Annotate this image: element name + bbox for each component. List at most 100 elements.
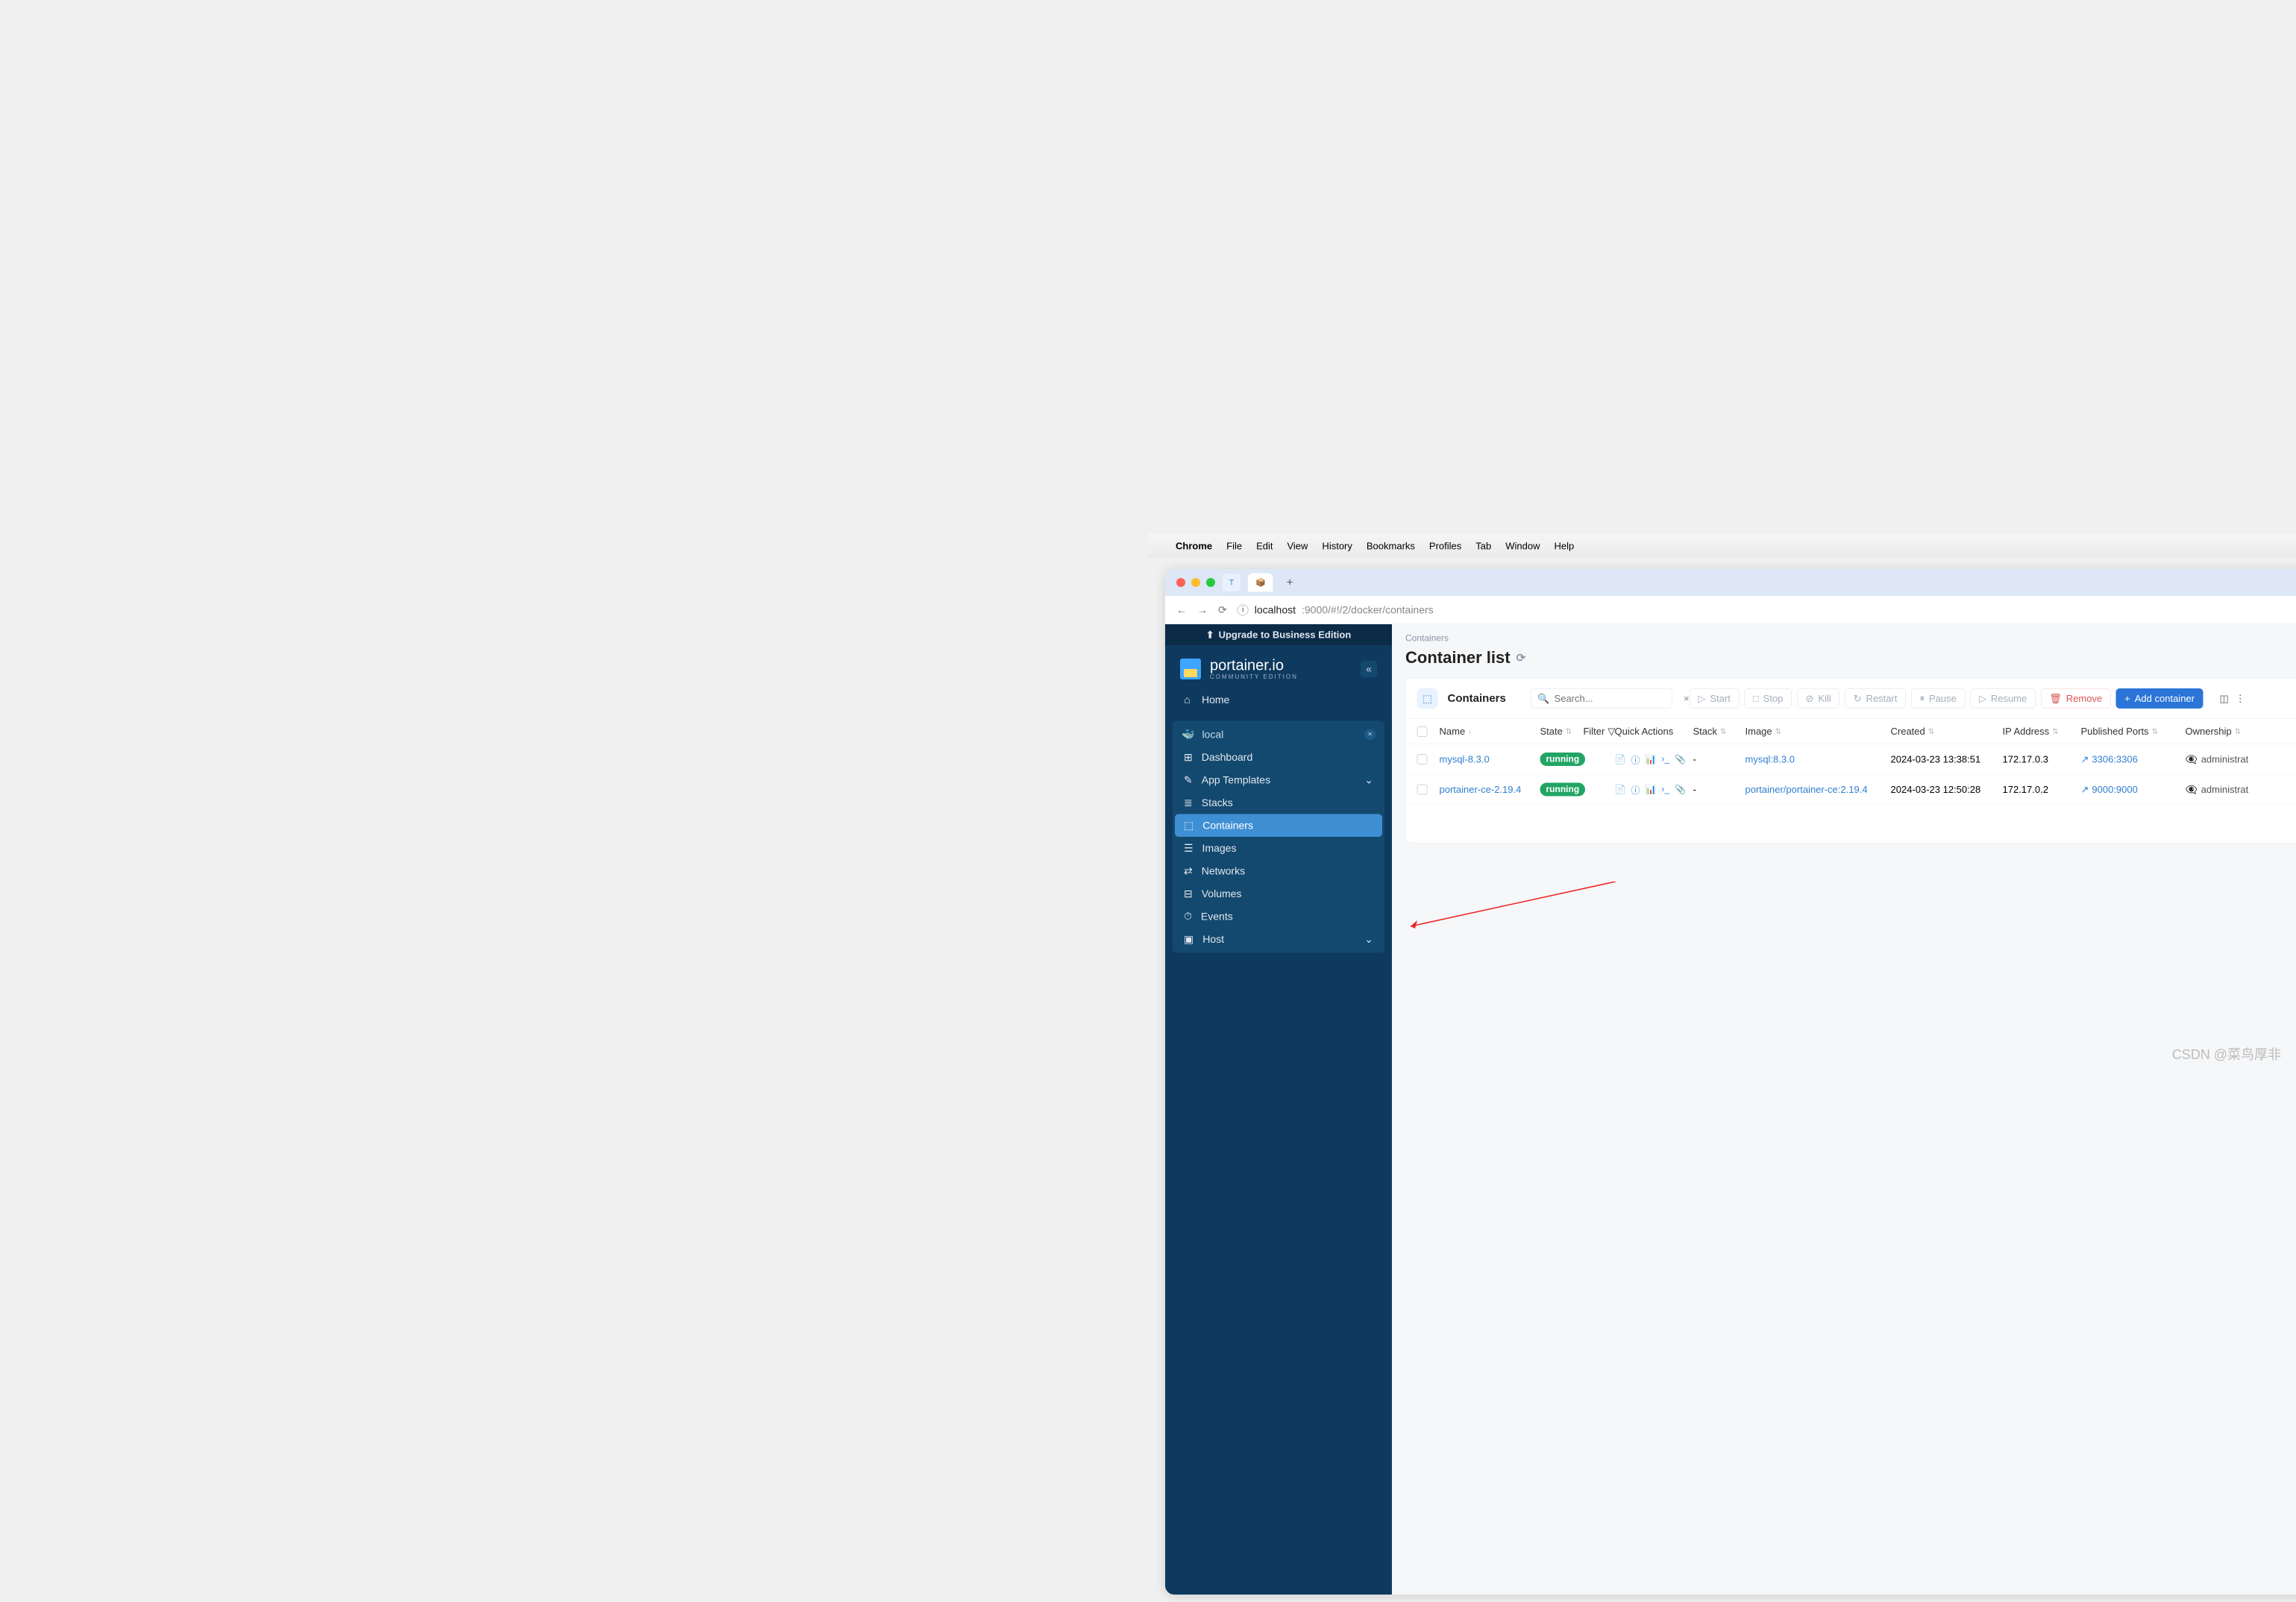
start-button[interactable]: ▷ Start xyxy=(1690,688,1739,709)
clear-search-icon[interactable]: × xyxy=(1684,693,1690,705)
col-state[interactable]: State⇅ Filter ▽ xyxy=(1540,726,1615,738)
upgrade-label: Upgrade to Business Edition xyxy=(1219,629,1352,641)
tab-background[interactable]: T xyxy=(1223,574,1240,591)
col-ownership[interactable]: Ownership⇅ xyxy=(2186,726,2296,738)
docker-icon: 🐳 xyxy=(1182,729,1194,741)
col-ip[interactable]: IP Address⇅ xyxy=(2003,726,2081,738)
site-info-icon[interactable]: i xyxy=(1238,604,1249,615)
sidebar-item-host[interactable]: ▣ Host ⌄ xyxy=(1175,928,1382,951)
environment-header[interactable]: 🐳 local × xyxy=(1173,723,1384,747)
environment-name: local xyxy=(1202,729,1223,741)
sidebar-item-label: App Templates xyxy=(1202,774,1270,786)
menu-help[interactable]: Help xyxy=(1554,540,1574,552)
sidebar-item-stacks[interactable]: ≣Stacks xyxy=(1175,791,1382,814)
container-name-link[interactable]: portainer-ce-2.19.4 xyxy=(1440,784,1522,796)
menu-window[interactable]: Window xyxy=(1505,540,1540,552)
image-link[interactable]: mysql:8.3.0 xyxy=(1745,753,1795,765)
attach-icon[interactable]: 📎 xyxy=(1675,754,1686,765)
sidebar-item-events[interactable]: ⏱Events xyxy=(1175,905,1382,929)
home-icon: ⌂ xyxy=(1182,694,1193,706)
reload-button[interactable]: ⟳ xyxy=(1218,604,1227,617)
port-link[interactable]: 9000:9000 xyxy=(2092,784,2137,796)
image-link[interactable]: portainer/portainer-ce:2.19.4 xyxy=(1745,784,1868,796)
resume-button[interactable]: ▷ Resume xyxy=(1970,688,2035,709)
sidebar-item-label: Host xyxy=(1202,933,1224,945)
col-name[interactable]: Name ↓ xyxy=(1440,726,1540,738)
refresh-icon[interactable]: ⟳ xyxy=(1516,651,1526,665)
app-name[interactable]: Chrome xyxy=(1176,540,1212,552)
url-field[interactable]: i localhost:9000/#!/2/docker/containers xyxy=(1238,604,2296,616)
chevron-down-icon: ⌄ xyxy=(1364,933,1373,946)
columns-icon[interactable]: ◫ xyxy=(2219,693,2228,705)
col-image[interactable]: Image⇅ xyxy=(1745,726,1891,738)
sidebar-item-networks[interactable]: ⇄Networks xyxy=(1175,860,1382,883)
close-env-icon[interactable]: × xyxy=(1364,729,1376,740)
sidebar-item-images[interactable]: ☰Images xyxy=(1175,837,1382,860)
row-checkbox[interactable] xyxy=(1417,785,1428,795)
restart-button[interactable]: ↻ Restart xyxy=(1845,688,1906,709)
nav-icon: ▣ xyxy=(1184,933,1194,946)
tab-active[interactable]: 📦 xyxy=(1248,574,1273,592)
environment-block: 🐳 local × ⊞Dashboard✎App Templates⌄≣Stac… xyxy=(1173,721,1384,953)
minimize-window-icon[interactable] xyxy=(1191,578,1200,587)
logs-icon[interactable]: 📄 xyxy=(1615,754,1626,765)
panel-menu-icon[interactable]: ⋮ xyxy=(2236,693,2245,705)
collapse-sidebar-button[interactable]: « xyxy=(1361,661,1377,677)
breadcrumb[interactable]: Containers xyxy=(1392,624,2296,644)
col-ports[interactable]: Published Ports⇅ xyxy=(2081,726,2186,738)
sidebar: ⬆ Upgrade to Business Edition portainer.… xyxy=(1165,624,1392,1595)
search-input[interactable]: 🔍 × xyxy=(1531,688,1672,709)
maximize-window-icon[interactable] xyxy=(1206,578,1215,587)
nav-icon: ⊟ xyxy=(1184,888,1193,900)
created-cell: 2024-03-23 12:50:28 xyxy=(1891,784,2003,796)
watermark: CSDN @菜鸟厚非 xyxy=(2172,1044,2281,1064)
logs-icon[interactable]: 📄 xyxy=(1615,784,1626,795)
menu-profiles[interactable]: Profiles xyxy=(1429,540,1461,552)
menu-view[interactable]: View xyxy=(1287,540,1308,552)
menu-tab[interactable]: Tab xyxy=(1475,540,1491,552)
remove-button[interactable]: 🗑 Remove xyxy=(2041,688,2111,709)
url-host: localhost xyxy=(1255,604,1296,616)
col-stack[interactable]: Stack⇅ xyxy=(1693,726,1745,738)
sidebar-item-app-templates[interactable]: ✎App Templates⌄ xyxy=(1175,769,1382,792)
attach-icon[interactable]: 📎 xyxy=(1675,784,1686,795)
sidebar-item-label: Containers xyxy=(1202,820,1253,832)
kill-button[interactable]: ⊘ Kill xyxy=(1797,688,1839,709)
browser-window: T 📦 + ⌄ ← → ⟳ i localhost:9000/#!/2/dock… xyxy=(1165,569,2296,1595)
brand[interactable]: portainer.io COMMUNITY EDITION « xyxy=(1165,645,1392,688)
stack-cell: - xyxy=(1693,753,1745,765)
forward-button[interactable]: → xyxy=(1197,604,1208,616)
inspect-icon[interactable]: ⓘ xyxy=(1631,753,1640,766)
sidebar-item-home[interactable]: ⌂ Home xyxy=(1165,688,1392,712)
add-container-button[interactable]: + Add container xyxy=(2116,688,2204,709)
close-window-icon[interactable] xyxy=(1176,578,1185,587)
external-link-icon: ↗ xyxy=(2081,753,2089,765)
stats-icon[interactable]: 📊 xyxy=(1645,784,1656,795)
sidebar-item-volumes[interactable]: ⊟Volumes xyxy=(1175,882,1382,905)
tab-bar: T 📦 + ⌄ xyxy=(1165,569,2296,596)
pause-button[interactable]: ⏸ Pause xyxy=(1911,688,1965,709)
exec-icon[interactable]: ›_ xyxy=(1661,785,1669,795)
stop-button[interactable]: □ Stop xyxy=(1744,688,1792,709)
upgrade-banner[interactable]: ⬆ Upgrade to Business Edition xyxy=(1165,624,1392,645)
select-all-checkbox[interactable] xyxy=(1417,726,1428,737)
sidebar-item-containers[interactable]: ⬚Containers xyxy=(1175,814,1382,838)
chevron-down-icon: ⌄ xyxy=(1364,774,1373,787)
back-button[interactable]: ← xyxy=(1176,604,1187,616)
stack-cell: - xyxy=(1693,784,1745,796)
port-link[interactable]: 3306:3306 xyxy=(2092,753,2137,765)
col-created[interactable]: Created⇅ xyxy=(1891,726,2003,738)
state-badge: running xyxy=(1540,753,1586,766)
new-tab-button[interactable]: + xyxy=(1281,577,1299,589)
menu-edit[interactable]: Edit xyxy=(1256,540,1273,552)
row-checkbox[interactable] xyxy=(1417,754,1428,764)
menu-bookmarks[interactable]: Bookmarks xyxy=(1367,540,1415,552)
sidebar-item-dashboard[interactable]: ⊞Dashboard xyxy=(1175,746,1382,769)
search-field[interactable] xyxy=(1555,693,1680,705)
inspect-icon[interactable]: ⓘ xyxy=(1631,783,1640,797)
menu-file[interactable]: File xyxy=(1226,540,1242,552)
menu-history[interactable]: History xyxy=(1322,540,1352,552)
container-name-link[interactable]: mysql-8.3.0 xyxy=(1440,753,1490,765)
exec-icon[interactable]: ›_ xyxy=(1661,754,1669,764)
stats-icon[interactable]: 📊 xyxy=(1645,754,1656,765)
